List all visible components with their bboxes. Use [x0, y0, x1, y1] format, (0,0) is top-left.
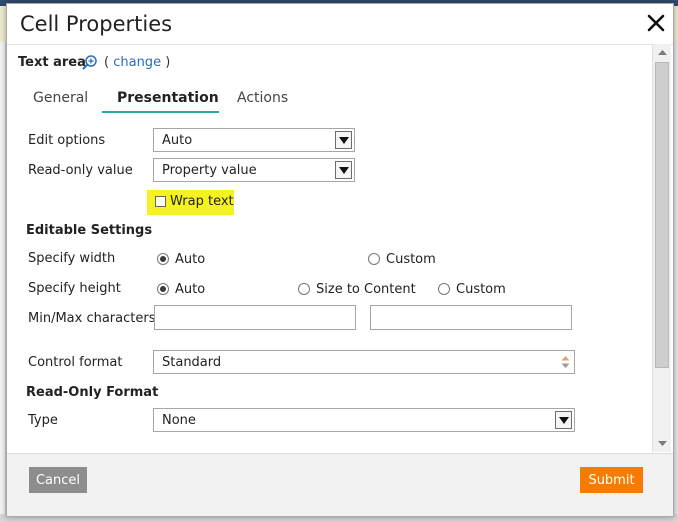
- close-button[interactable]: [644, 11, 668, 35]
- width-custom-radio[interactable]: [368, 253, 380, 265]
- height-size-to-content-label[interactable]: Size to Content: [316, 282, 416, 297]
- type-select[interactable]: None: [153, 408, 575, 432]
- edit-options-select[interactable]: Auto: [153, 128, 355, 152]
- width-auto-radio[interactable]: [157, 253, 169, 265]
- scroll-up-icon[interactable]: [656, 46, 669, 60]
- minmax-characters-label: Min/Max characters: [28, 311, 156, 326]
- scrollbar-thumb[interactable]: [655, 62, 669, 368]
- height-size-to-content-radio[interactable]: [298, 283, 310, 295]
- width-auto-label[interactable]: Auto: [175, 252, 205, 267]
- change-close-paren: ): [165, 55, 171, 70]
- width-custom-label[interactable]: Custom: [386, 252, 436, 267]
- readonly-value-value: Property value: [162, 163, 257, 178]
- edit-options-value: Auto: [162, 133, 193, 148]
- dialog-title: Cell Properties: [20, 12, 173, 36]
- wrap-text-label[interactable]: Wrap text: [170, 194, 234, 209]
- chevron-down-icon: [335, 161, 352, 179]
- active-tab-indicator: [102, 111, 219, 113]
- tab-actions[interactable]: Actions: [237, 90, 288, 106]
- chevron-down-icon: [555, 411, 572, 429]
- cancel-button[interactable]: Cancel: [29, 467, 87, 493]
- readonly-value-select[interactable]: Property value: [153, 158, 355, 182]
- change-open-paren: (: [104, 55, 110, 70]
- scroll-down-icon[interactable]: [656, 436, 669, 450]
- control-format-label: Control format: [28, 355, 123, 370]
- dialog-footer: [7, 454, 673, 516]
- zoom-icon[interactable]: [82, 54, 98, 70]
- change-link-wrapper: ( change ): [104, 55, 170, 70]
- height-custom-label[interactable]: Custom: [456, 282, 506, 297]
- dialog-content: Text area ( change ) General Presentatio…: [7, 45, 651, 457]
- height-auto-label[interactable]: Auto: [175, 282, 205, 297]
- content-scrollbar[interactable]: [652, 44, 671, 452]
- specify-width-label: Specify width: [28, 251, 116, 266]
- readonly-value-label: Read-only value: [28, 163, 133, 178]
- tab-presentation[interactable]: Presentation: [117, 90, 219, 106]
- chevron-down-icon: [335, 131, 352, 149]
- change-link[interactable]: change: [113, 55, 161, 70]
- editable-settings-heading: Editable Settings: [26, 223, 153, 238]
- close-icon: [647, 14, 665, 32]
- height-auto-radio[interactable]: [157, 283, 169, 295]
- control-format-select[interactable]: Standard: [153, 350, 575, 374]
- spinner-icon: [561, 356, 570, 368]
- edit-options-label: Edit options: [28, 133, 106, 148]
- control-format-value: Standard: [162, 355, 222, 370]
- max-characters-input[interactable]: [370, 305, 572, 330]
- wrap-text-checkbox[interactable]: [155, 196, 166, 207]
- min-characters-input[interactable]: [154, 305, 356, 330]
- control-name: Text area: [18, 55, 86, 70]
- submit-button[interactable]: Submit: [580, 467, 643, 493]
- type-value: None: [162, 413, 196, 428]
- type-label: Type: [28, 413, 58, 428]
- height-custom-radio[interactable]: [438, 283, 450, 295]
- specify-height-label: Specify height: [28, 281, 121, 296]
- cell-properties-dialog: Cell Properties Text area ( change ) Gen…: [6, 3, 674, 517]
- tab-general[interactable]: General: [33, 90, 88, 106]
- readonly-format-heading: Read-Only Format: [26, 385, 159, 400]
